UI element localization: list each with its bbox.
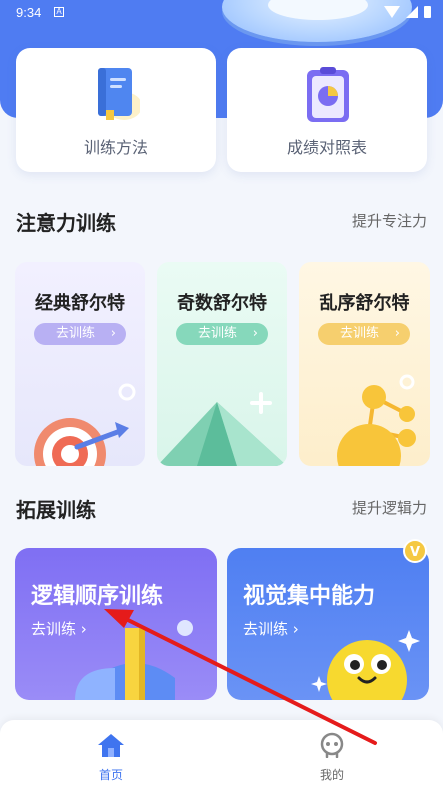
wifi-icon — [384, 6, 400, 18]
signal-icon — [406, 6, 418, 18]
training-method-label: 训练方法 — [83, 138, 148, 157]
odd-schulte-title: 奇数舒尔特 — [177, 293, 267, 314]
tab-mine[interactable]: 我的 — [292, 732, 372, 783]
profile-icon — [320, 732, 344, 759]
classic-schulte-button[interactable]: 去训练 › — [34, 323, 126, 345]
status-icons — [384, 6, 431, 18]
vip-badge: V — [403, 539, 427, 563]
classic-schulte-card[interactable]: 经典舒尔特 去训练 › — [15, 262, 145, 466]
logic-order-title: 逻辑顺序训练 — [31, 584, 164, 609]
molecule-illustration — [337, 374, 416, 466]
bottom-tab-bar: 首页 我的 — [0, 720, 443, 789]
odd-schulte-button-label: 去训练 — [198, 326, 238, 341]
chevron-right-icon: › — [394, 326, 400, 341]
chevron-right-icon: › — [110, 326, 116, 341]
status-bar: 9:34 A — [0, 0, 443, 26]
visual-focus-card[interactable]: 视觉集中能力 去训练 › — [227, 548, 429, 700]
home-icon — [98, 734, 124, 757]
classic-schulte-button-label: 去训练 — [56, 326, 96, 341]
score-table-card[interactable]: 成绩对照表 — [227, 48, 427, 172]
random-schulte-button-label: 去训练 — [340, 326, 380, 341]
random-schulte-card[interactable]: 乱序舒尔特 去训练 › — [299, 262, 430, 466]
notification-icon: A — [54, 7, 64, 17]
training-method-card[interactable]: 训练方法 — [16, 48, 216, 172]
attention-section-link[interactable]: 提升专注力 — [352, 210, 427, 231]
book-icon — [98, 68, 140, 120]
visual-focus-go[interactable]: 去训练 › — [243, 618, 299, 639]
blocks-illustration — [75, 620, 193, 700]
tab-home[interactable]: 首页 — [71, 732, 151, 783]
odd-schulte-card[interactable]: 奇数舒尔特 去训练 › — [157, 262, 287, 466]
battery-icon — [424, 6, 431, 18]
smiley-mascot-illustration — [311, 630, 420, 700]
extend-section-link[interactable]: 提升逻辑力 — [352, 497, 427, 518]
classic-schulte-title: 经典舒尔特 — [35, 293, 125, 314]
tab-mine-label: 我的 — [319, 768, 344, 782]
random-schulte-button[interactable]: 去训练 › — [318, 323, 410, 345]
logic-order-card[interactable]: 逻辑顺序训练 去训练 › — [15, 548, 217, 700]
random-schulte-title: 乱序舒尔特 — [319, 293, 410, 314]
target-illustration — [34, 383, 136, 466]
status-time: 9:34 — [16, 5, 42, 20]
pyramid-illustration — [157, 392, 287, 466]
odd-schulte-button[interactable]: 去训练 › — [176, 323, 268, 345]
extend-section-title: 拓展训练 — [16, 498, 96, 522]
score-table-label: 成绩对照表 — [286, 138, 367, 157]
clipboard-chart-icon — [307, 67, 349, 122]
tab-home-label: 首页 — [98, 768, 123, 782]
attention-section-title: 注意力训练 — [16, 211, 116, 235]
chevron-right-icon: › — [252, 326, 258, 341]
visual-focus-title: 视觉集中能力 — [243, 584, 376, 609]
